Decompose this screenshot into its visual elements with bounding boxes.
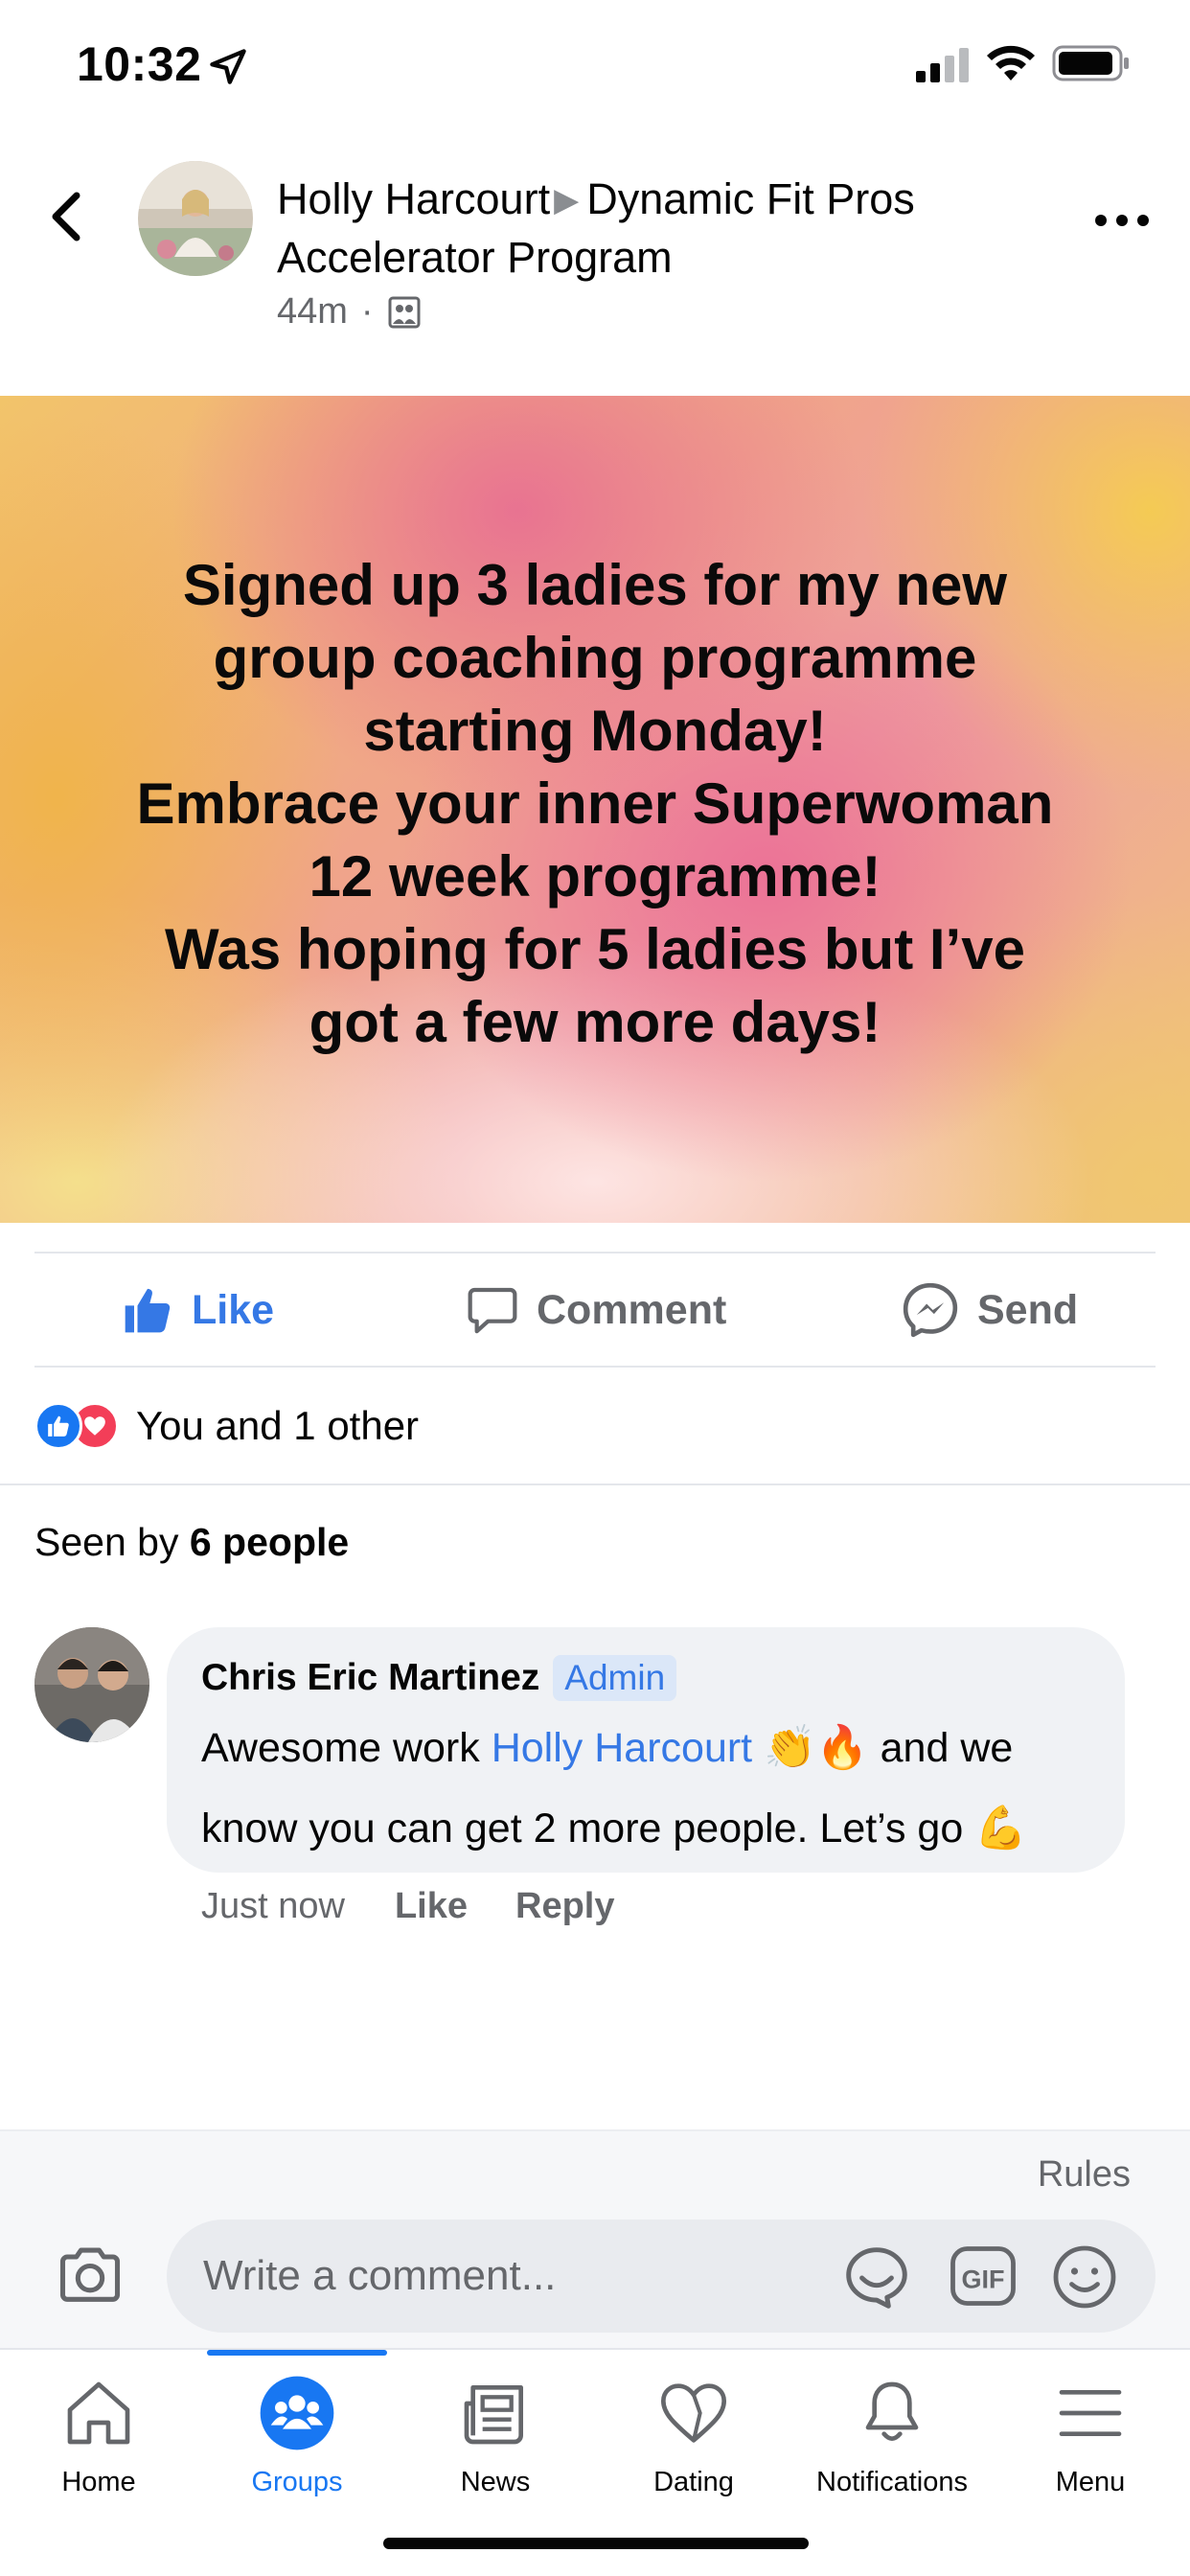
comment-bubble[interactable]: Chris Eric Martinez Admin Awesome work H… [167,1627,1125,1873]
active-tab-indicator [207,2350,387,2356]
shared-to-arrow-icon: ▶ [554,182,580,218]
comment-text-part: Awesome work [201,1725,480,1771]
post-text: Signed up 3 ladies for my new group coac… [136,553,1054,1054]
news-icon [464,2385,523,2445]
groups-icon [260,2376,334,2450]
seen-by-count: 6 people [189,1520,350,1564]
tab-notifications[interactable]: Notifications [793,2373,991,2517]
wifi-icon [987,45,1035,80]
comment-reply-button[interactable]: Reply [515,1886,614,1927]
mention-link[interactable]: Holly Harcourt [492,1725,752,1771]
status-bar: 10:32 [0,0,1190,126]
divider [34,1252,1156,1254]
flexed-biceps-icon: 💪 [974,1804,1027,1852]
reactions-summary[interactable]: You and 1 other [34,1399,419,1453]
post-meta: 44m · [277,291,422,333]
comment-icon [468,1287,517,1334]
comment-button[interactable]: Comment [466,1278,726,1342]
reactions-text: You and 1 other [136,1403,420,1448]
admin-badge: Admin [553,1655,677,1701]
tab-label: Menu [1055,2467,1126,2497]
tab-label: News [460,2467,531,2497]
location-arrow-icon [210,49,246,84]
emoji-icon[interactable] [1050,2242,1119,2312]
comment-label: Comment [537,1286,727,1333]
comment-input-placeholder: Write a comment... [203,2252,557,2299]
battery-icon [1052,45,1129,81]
author-photo [138,161,253,276]
home-indicator [383,2538,809,2549]
gif-icon[interactable]: GIF [949,2244,1018,2308]
comment-header: Chris Eric Martinez Admin [201,1652,1090,1704]
comment-timestamp: Just now [201,1886,345,1926]
send-button[interactable]: Send [901,1278,1078,1342]
bell-icon [865,2381,919,2441]
commenter-photo [34,1627,149,1742]
menu-icon [1059,2390,1122,2436]
sticker-icon[interactable] [841,2242,912,2313]
author-name[interactable]: Holly Harcourt [277,174,550,223]
tab-menu[interactable]: Menu [992,2373,1189,2517]
comment-text-part: and we [880,1725,1014,1771]
dating-icon [661,2383,726,2443]
messenger-icon [903,1282,958,1338]
thumbs-up-icon [125,1288,171,1333]
post-timestamp[interactable]: 44m [277,291,348,333]
post-title: Holly Harcourt ▶ Dynamic Fit Pros Accelera… [277,171,1043,287]
divider [34,1366,1156,1368]
comment-text-part: know you can get 2 more people. Let’s go [201,1806,964,1852]
tab-home[interactable]: Home [0,2373,197,2517]
tab-news[interactable]: News [397,2373,594,2517]
tab-label: Groups [251,2467,343,2497]
tab-label: Notifications [816,2467,968,2497]
author-avatar[interactable] [138,161,253,276]
comment-meta: Just now Like Reply [201,1886,663,1927]
more-options-button[interactable] [1090,201,1154,240]
like-button[interactable]: Like [121,1278,274,1342]
like-label: Like [192,1286,275,1333]
status-time: 10:32 [77,37,202,91]
seen-by-prefix: Seen by [34,1520,179,1564]
like-reaction-icon [34,1402,82,1450]
back-button[interactable] [44,188,88,245]
group-audience-icon [388,296,421,328]
comment-author[interactable]: Chris Eric Martinez [201,1657,539,1699]
comment-input[interactable]: Write a comment... GIF [167,2220,1156,2333]
send-label: Send [977,1286,1079,1333]
commenter-avatar[interactable] [34,1627,149,1742]
tab-dating[interactable]: Dating [595,2373,792,2517]
comment-like-button[interactable]: Like [395,1886,468,1927]
post-background-text: Signed up 3 ladies for my new group coac… [0,396,1190,1223]
rules-link[interactable]: Rules [1038,2154,1131,2196]
camera-icon[interactable] [54,2239,126,2312]
meta-separator: · [360,291,374,332]
home-icon [67,2381,130,2445]
tab-groups[interactable]: Groups [198,2373,396,2517]
clapping-hands-icon: 👏 [764,1723,816,1772]
cellular-signal-icon [916,48,969,82]
fire-icon: 🔥 [815,1723,869,1772]
tab-label: Home [61,2467,136,2497]
seen-by[interactable]: Seen by 6 people [34,1520,349,1565]
svg-text:GIF: GIF [962,2266,1005,2294]
comment-text: Awesome work Holly Harcourt 👏🔥 and we kn… [201,1708,1090,1869]
divider [0,1484,1190,1485]
tab-label: Dating [653,2467,734,2497]
